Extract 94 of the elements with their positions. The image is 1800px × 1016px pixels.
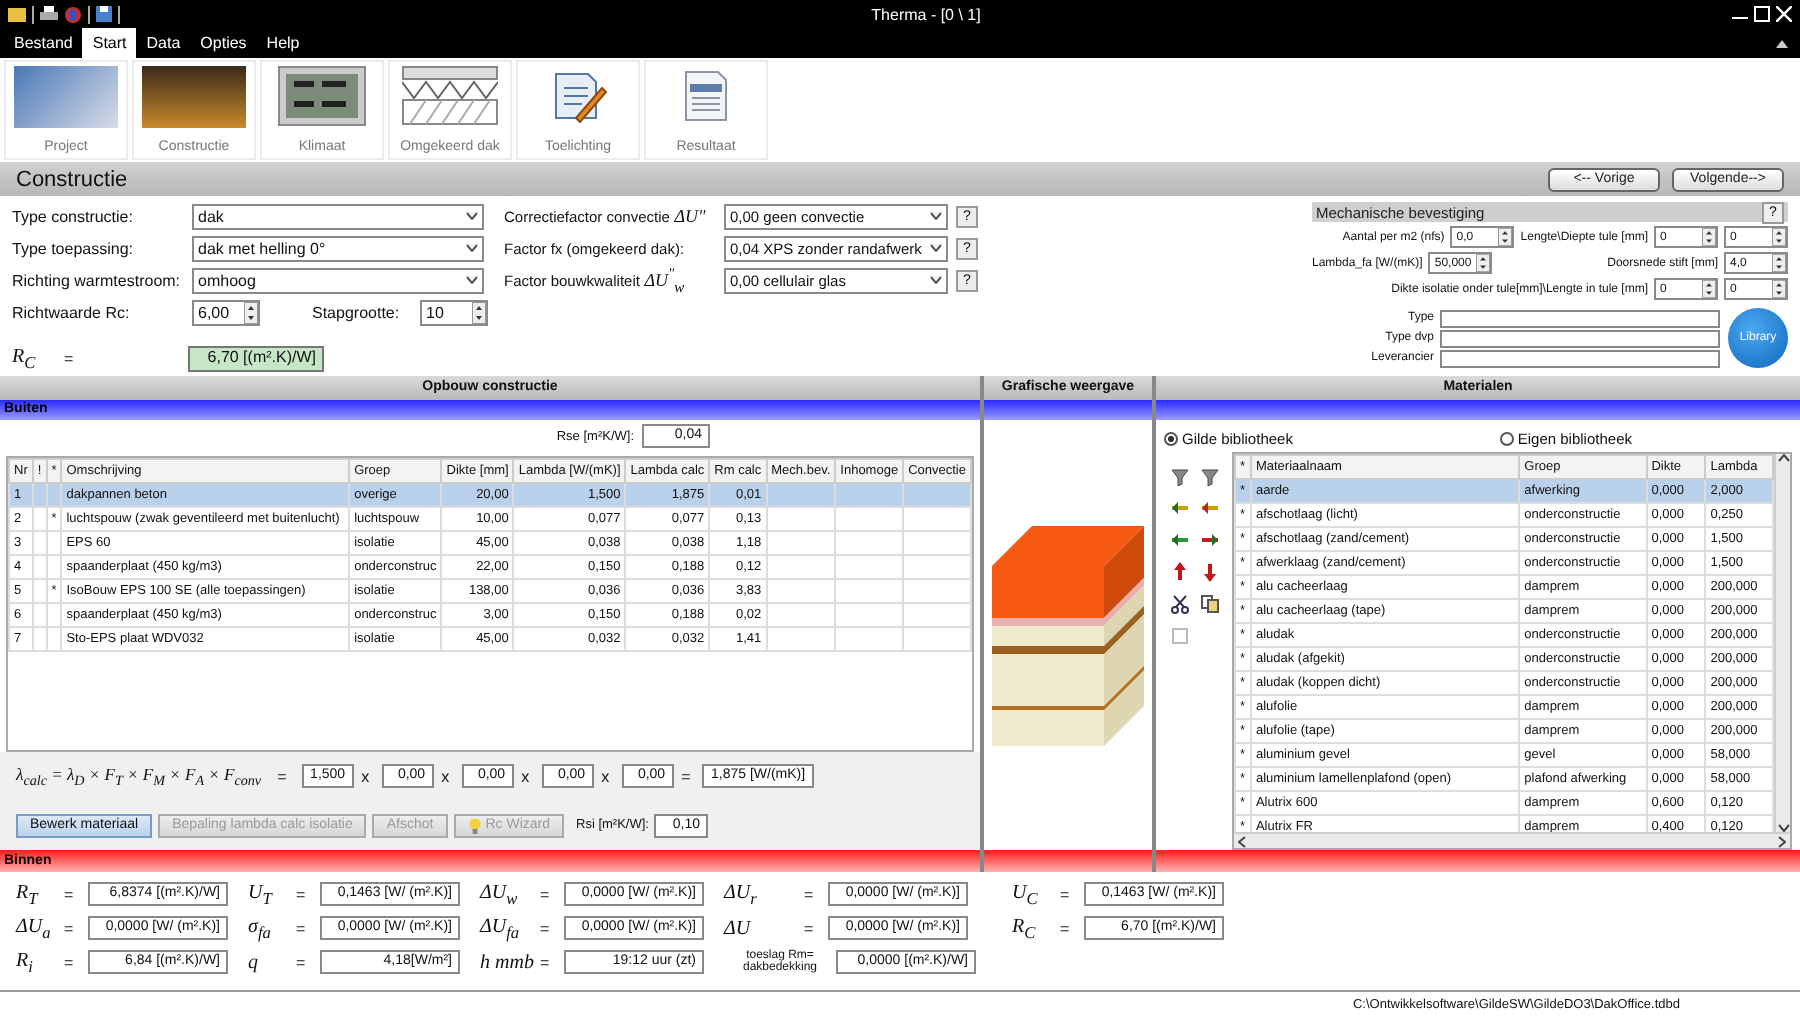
equals-sign: = xyxy=(296,919,308,937)
up-arrow-icon[interactable] xyxy=(1169,562,1189,582)
menu-item[interactable]: Bestand xyxy=(4,28,83,58)
number-spinner[interactable]: 10 xyxy=(420,299,488,325)
chevron-down-icon xyxy=(466,276,478,284)
operator: = xyxy=(681,767,693,786)
close-icon[interactable] xyxy=(1776,6,1792,22)
equals-sign: = xyxy=(64,350,76,368)
lightbulb-icon xyxy=(467,817,482,834)
scroll-down-icon[interactable] xyxy=(1777,824,1789,832)
symbol-label: q xyxy=(248,951,260,973)
symbol-label: U$_{C}$ xyxy=(1012,881,1040,907)
photo-placeholder xyxy=(14,66,118,128)
dropdown[interactable]: omhoog xyxy=(192,267,484,293)
swap-arrows-icon[interactable] xyxy=(1199,498,1219,518)
field-label: Stapgrootte: xyxy=(312,303,402,321)
operator: x xyxy=(441,767,452,786)
number-spinner[interactable]: 6,00 xyxy=(192,299,260,325)
equals-sign: = xyxy=(64,953,76,971)
field-label: Type toepassing: xyxy=(12,239,135,257)
symbol-label: ΔU xyxy=(724,917,753,939)
maximize-icon[interactable] xyxy=(1754,6,1770,22)
down-arrow-icon[interactable] xyxy=(1199,562,1219,582)
spin-arrows-icon xyxy=(244,301,258,323)
equals-sign: = xyxy=(277,767,289,786)
symbol-label: h mmb xyxy=(480,951,536,973)
result-field: 6,70 [(m².K)/W] xyxy=(188,346,324,372)
menu-item[interactable]: Opties xyxy=(190,28,257,58)
symbol-label: R$_{C}$ xyxy=(1012,915,1038,941)
menu-item[interactable]: Help xyxy=(256,28,310,58)
symbol-label: R$_{i}$ xyxy=(16,949,35,975)
scroll-left-icon[interactable] xyxy=(1238,835,1246,847)
spin-arrows-icon xyxy=(472,301,486,323)
operator: x xyxy=(601,767,612,786)
symbol-label: σ$_{fa}$ xyxy=(248,915,273,941)
equals-sign: = xyxy=(540,953,552,971)
symbol-label: ΔU$_{r}$ xyxy=(724,881,759,907)
spin-arrows-icon xyxy=(1702,280,1716,298)
equals-sign: = xyxy=(64,919,76,937)
spin-arrows-icon xyxy=(1702,228,1716,246)
spin-arrows-icon xyxy=(1772,254,1786,272)
page-title: Constructie xyxy=(16,167,130,191)
symbol-label: U$_{T}$ xyxy=(248,881,275,907)
symbol-label: R$_{T}$ xyxy=(16,881,41,907)
symbol-label: ΔU$_{w}$ xyxy=(480,881,520,907)
display-icon xyxy=(278,66,366,126)
equals-sign: = xyxy=(540,919,552,937)
chart-icon[interactable] xyxy=(64,5,82,23)
field-label: Richtwaarde Rc: xyxy=(12,303,132,321)
equals-sign: = xyxy=(296,885,308,903)
printer-icon[interactable] xyxy=(40,6,58,22)
text-field[interactable] xyxy=(1440,309,1720,327)
field-label: Richting warmtestroom: xyxy=(12,271,183,289)
equals-sign: = xyxy=(804,919,816,937)
spin-arrows-icon xyxy=(1772,280,1786,298)
chevron-down-icon xyxy=(930,212,942,220)
menu-item[interactable]: Start xyxy=(82,28,137,58)
window-title: Therma - [0 \ 1] xyxy=(869,5,983,23)
equals-sign: = xyxy=(296,953,308,971)
horizontal-scrollbar[interactable] xyxy=(1234,832,1790,848)
chevron-down-icon xyxy=(930,244,942,252)
vertical-scrollbar[interactable] xyxy=(1774,454,1790,832)
equals-sign: = xyxy=(540,885,552,903)
text-field[interactable] xyxy=(1440,329,1720,347)
photo-placeholder xyxy=(142,66,246,128)
equals-sign: = xyxy=(1060,885,1072,903)
equals-sign: = xyxy=(804,885,816,903)
dropdown[interactable]: dak xyxy=(192,203,484,229)
equals-sign: = xyxy=(64,885,76,903)
insulation-layers-icon xyxy=(402,66,498,126)
chevron-down-icon xyxy=(930,276,942,284)
chevron-down-icon xyxy=(466,244,478,252)
chevron-down-icon xyxy=(466,212,478,220)
field-label: Type constructie: xyxy=(12,207,135,225)
collapse-ribbon-icon[interactable] xyxy=(1776,39,1788,47)
dropdown[interactable]: dak met helling 0° xyxy=(192,235,484,261)
scroll-right-icon[interactable] xyxy=(1778,835,1786,847)
spin-arrows-icon xyxy=(1476,254,1491,272)
save-icon[interactable] xyxy=(96,6,112,22)
equals-sign: = xyxy=(1060,919,1072,937)
operator: x xyxy=(361,767,372,786)
scissors-icon[interactable] xyxy=(1169,594,1189,614)
operator: x xyxy=(521,767,532,786)
spin-arrows-icon xyxy=(1498,228,1513,246)
spin-arrows-icon xyxy=(1772,228,1786,246)
menu-item[interactable]: Data xyxy=(136,28,191,58)
text-field[interactable] xyxy=(1440,349,1720,367)
formula: λ$_{calc}$ = λ$_{D}$ × F$_{T}$ × F$_{M}$ × F$_{A}$ × F$_{conv}$ xyxy=(16,764,262,790)
scroll-up-icon[interactable] xyxy=(1777,454,1789,462)
symbol-label: ΔU$_{fa}$ xyxy=(480,915,522,941)
symbol-label: R$_{C}$ xyxy=(12,346,38,372)
symbol-label: ΔU$_{a}$ xyxy=(16,915,53,941)
copy-icon[interactable] xyxy=(1199,594,1219,614)
folder-icon[interactable] xyxy=(8,6,26,22)
